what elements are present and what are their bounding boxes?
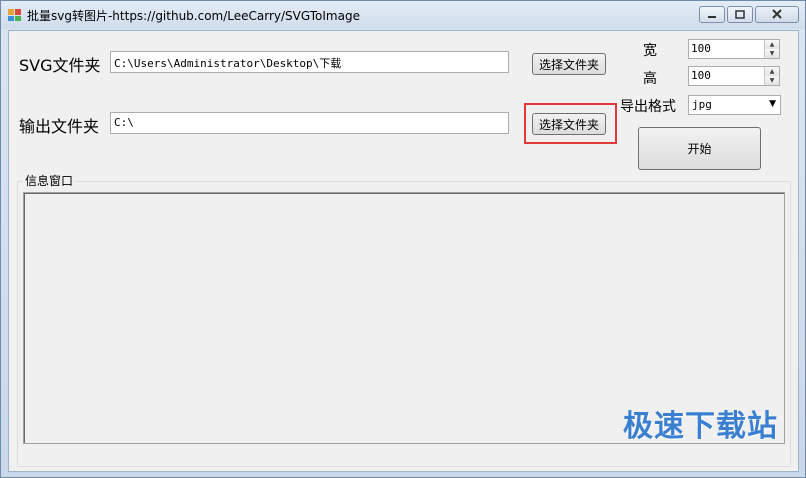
app-icon: [8, 9, 21, 21]
format-label: 导出格式: [620, 99, 676, 115]
window-title: 批量svg转图片-https://github.com/LeeCarry/SVG…: [27, 9, 360, 23]
height-value: 100: [691, 69, 711, 82]
watermark-text: 极速下载站: [623, 409, 778, 444]
height-label: 高: [643, 71, 657, 87]
height-spinner-arrows[interactable]: ▲ ▼: [764, 67, 779, 85]
height-spinner[interactable]: 100 ▲ ▼: [688, 66, 780, 86]
width-spinner-arrows[interactable]: ▲ ▼: [764, 40, 779, 58]
spin-up-icon[interactable]: ▲: [765, 40, 779, 49]
output-folder-input[interactable]: C:\: [110, 112, 509, 134]
close-icon: [772, 9, 782, 19]
format-select[interactable]: jpg ▼: [688, 95, 781, 115]
minimize-button[interactable]: [699, 6, 725, 23]
spin-down-icon[interactable]: ▼: [765, 49, 779, 58]
output-browse-button[interactable]: 选择文件夹: [532, 113, 606, 135]
close-button[interactable]: [755, 6, 799, 23]
svg-browse-button[interactable]: 选择文件夹: [532, 53, 606, 75]
width-spinner[interactable]: 100 ▲ ▼: [688, 39, 780, 59]
format-value: jpg: [692, 98, 712, 111]
info-group-title: 信息窗口: [23, 172, 76, 189]
spin-down-icon[interactable]: ▼: [765, 76, 779, 85]
width-label: 宽: [643, 43, 657, 59]
svg-folder-label: SVG文件夹: [19, 56, 101, 75]
width-value: 100: [691, 42, 711, 55]
output-folder-label: 输出文件夹: [19, 117, 100, 136]
window-controls: [697, 6, 799, 23]
title-bar[interactable]: 批量svg转图片-https://github.com/LeeCarry/SVG…: [1, 1, 805, 29]
start-button[interactable]: 开始: [638, 127, 761, 170]
svg-folder-input[interactable]: C:\Users\Administrator\Desktop\下载: [110, 51, 509, 73]
maximize-button[interactable]: [727, 6, 753, 23]
spin-up-icon[interactable]: ▲: [765, 67, 779, 76]
minimize-icon: [708, 16, 716, 18]
app-window: 批量svg转图片-https://github.com/LeeCarry/SVG…: [0, 0, 806, 478]
chevron-down-icon[interactable]: ▼: [769, 99, 776, 109]
maximize-icon: [735, 10, 745, 19]
